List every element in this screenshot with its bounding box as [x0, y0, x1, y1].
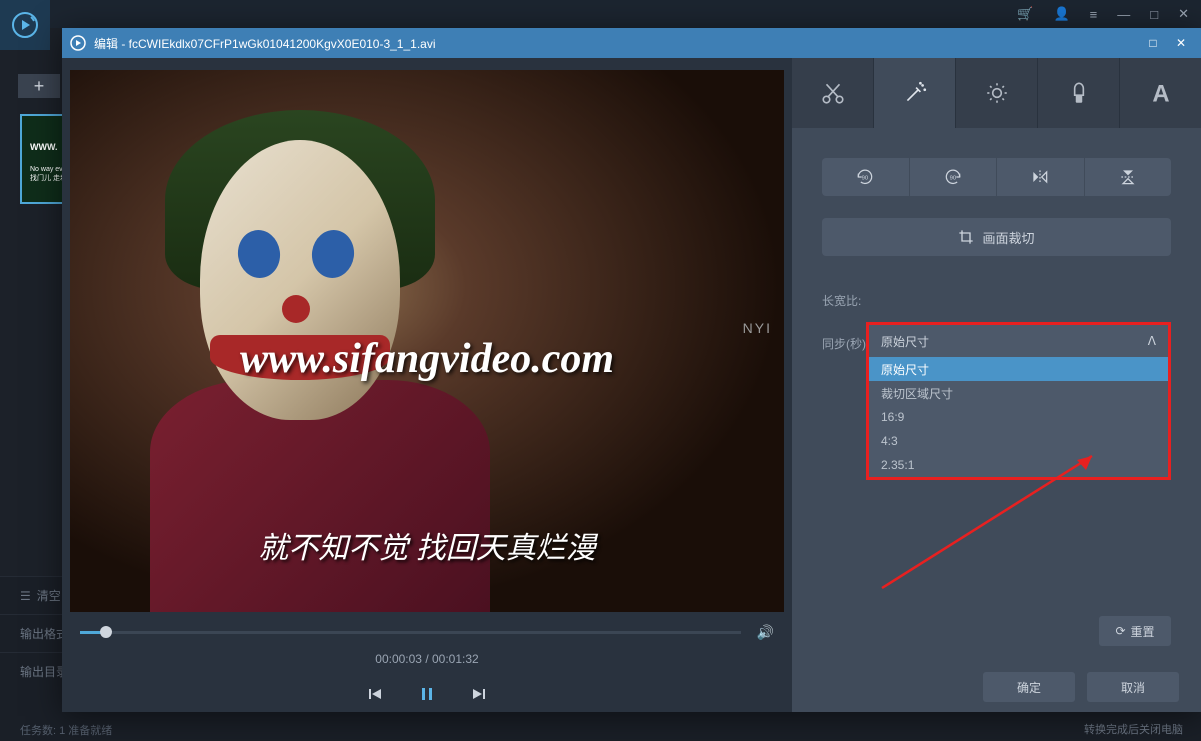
aspect-option-43[interactable]: 4:3 — [869, 429, 1168, 453]
tab-effects[interactable] — [874, 58, 956, 128]
menu-icon[interactable]: ≡ — [1090, 7, 1098, 22]
cancel-button[interactable]: 取消 — [1087, 672, 1179, 702]
tool-tabs: A — [792, 58, 1201, 128]
side-text: NYI — [743, 320, 772, 336]
aspect-dropdown-highlight: 原始尺寸 ᐱ 原始尺寸 裁切区域尺寸 16:9 4:3 2.35:1 — [866, 322, 1171, 480]
pause-button[interactable] — [413, 680, 441, 708]
auto-shutdown-label: 转换完成后关闭电脑 — [1084, 721, 1183, 737]
modal-app-icon — [70, 35, 86, 51]
progress-bar[interactable]: 🔊 — [80, 622, 774, 642]
aspect-option-235[interactable]: 2.35:1 — [869, 453, 1168, 477]
transform-buttons: 90 90 — [822, 158, 1171, 196]
close-icon[interactable]: ✕ — [1178, 6, 1189, 22]
modal-title: 编辑 - fcCWIEkdlx07CFrP1wGk01041200KgvX0E0… — [94, 35, 1137, 52]
flip-vertical-button[interactable] — [1085, 158, 1172, 196]
aspect-select[interactable]: 原始尺寸 ᐱ — [869, 325, 1168, 357]
app-logo — [0, 0, 50, 50]
preview-panel: www.sifangvideo.com NYI 就不知不觉 找回天真烂漫 🔊 0… — [62, 58, 792, 712]
video-preview: www.sifangvideo.com NYI 就不知不觉 找回天真烂漫 — [70, 70, 784, 612]
tools-panel: A 90 90 画面裁切 长宽比: 同步(秒): 原始尺寸 — [792, 58, 1201, 712]
main-titlebar: 🛒 👤 ≡ — □ ✕ — [0, 0, 1201, 28]
flip-horizontal-button[interactable] — [997, 158, 1085, 196]
aspect-option-169[interactable]: 16:9 — [869, 405, 1168, 429]
status-bar: 任务数: 1 准备就绪 — [0, 719, 1201, 741]
add-button[interactable]: + — [18, 74, 60, 98]
modal-footer: 确定 取消 — [792, 662, 1201, 712]
chevron-up-icon: ᐱ — [1148, 334, 1156, 348]
time-display: 00:00:03 / 00:01:32 — [62, 652, 792, 666]
modal-maximize-button[interactable]: □ — [1141, 33, 1165, 53]
tab-trim[interactable] — [792, 58, 874, 128]
cart-icon[interactable]: 🛒 — [1017, 6, 1033, 22]
rotate-cw-button[interactable]: 90 — [910, 158, 998, 196]
edit-modal: 编辑 - fcCWIEkdlx07CFrP1wGk01041200KgvX0E0… — [62, 28, 1201, 712]
user-icon[interactable]: 👤 — [1053, 6, 1069, 22]
volume-icon[interactable]: 🔊 — [757, 624, 774, 641]
svg-text:90: 90 — [862, 176, 869, 182]
playback-controls — [62, 680, 792, 708]
aspect-options-list: 原始尺寸 裁切区域尺寸 16:9 4:3 2.35:1 — [869, 357, 1168, 477]
tab-adjust[interactable] — [956, 58, 1038, 128]
rotate-ccw-button[interactable]: 90 — [822, 158, 910, 196]
svg-text:A: A — [1152, 81, 1169, 106]
aspect-option-original[interactable]: 原始尺寸 — [869, 357, 1168, 381]
reset-button[interactable]: ⟳ 重置 — [1099, 616, 1171, 646]
prev-button[interactable] — [361, 680, 389, 708]
refresh-icon: ⟳ — [1115, 624, 1125, 638]
minimize-icon[interactable]: — — [1117, 7, 1130, 22]
svg-text:90: 90 — [949, 176, 956, 182]
maximize-icon[interactable]: □ — [1150, 7, 1158, 22]
ok-button[interactable]: 确定 — [983, 672, 1075, 702]
aspect-label: 长宽比: — [822, 292, 880, 309]
modal-titlebar: 编辑 - fcCWIEkdlx07CFrP1wGk01041200KgvX0E0… — [62, 28, 1201, 58]
crop-button[interactable]: 画面裁切 — [822, 218, 1171, 256]
aspect-option-crop[interactable]: 裁切区域尺寸 — [869, 381, 1168, 405]
modal-close-button[interactable]: ✕ — [1169, 33, 1193, 53]
video-subtitle: 就不知不觉 找回天真烂漫 — [70, 523, 784, 567]
tab-watermark[interactable] — [1038, 58, 1120, 128]
tab-text[interactable]: A — [1120, 58, 1201, 128]
video-watermark: www.sifangvideo.com — [70, 335, 784, 383]
next-button[interactable] — [465, 680, 493, 708]
